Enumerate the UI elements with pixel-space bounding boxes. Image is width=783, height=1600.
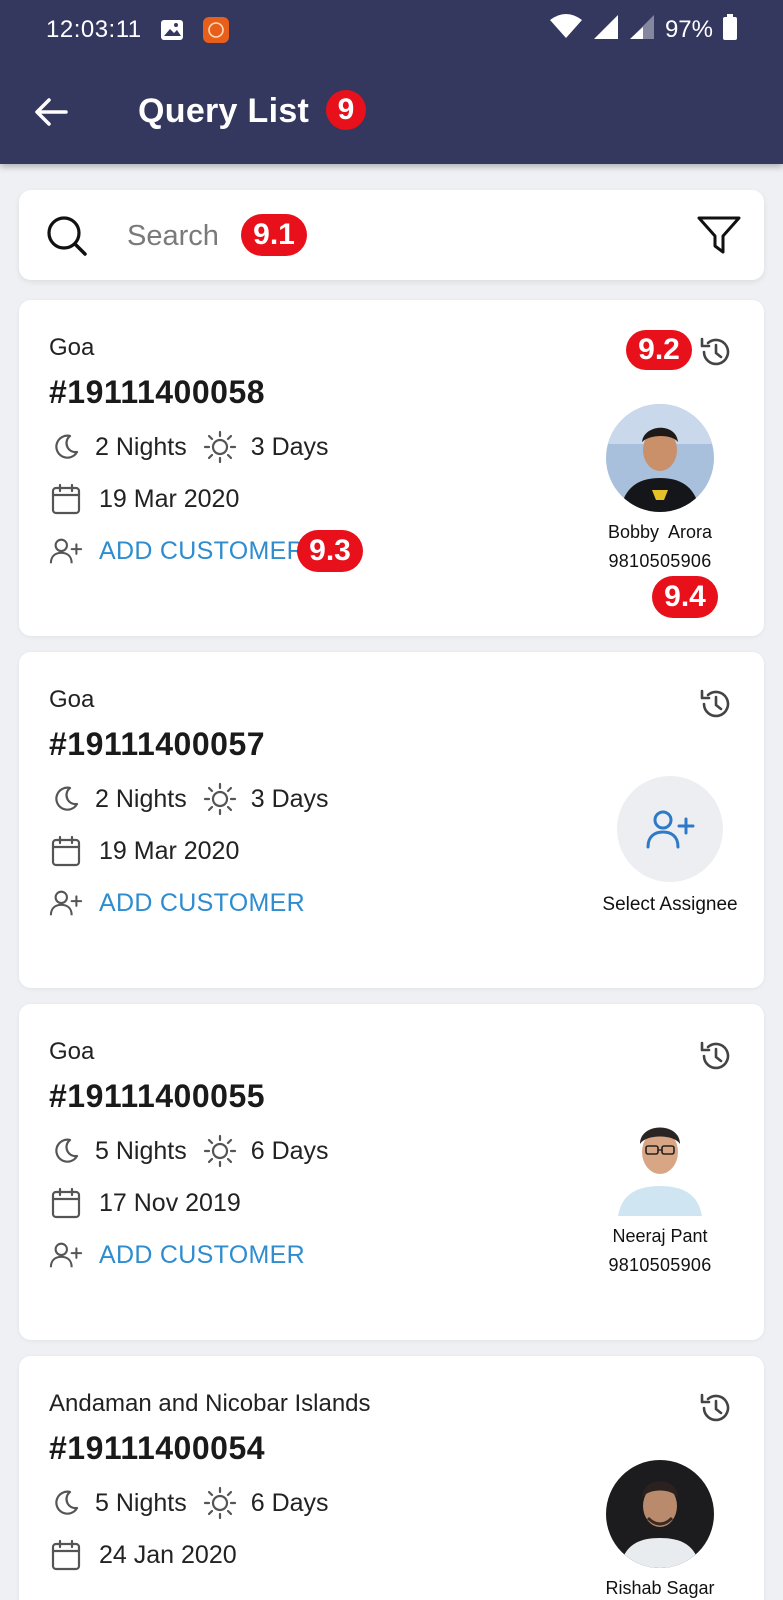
nights: 5 Nights [95, 1488, 187, 1517]
add-user-icon [49, 1238, 83, 1272]
app-notification-icon [202, 16, 230, 44]
annotation-badge: 9.4 [652, 576, 718, 618]
assignee[interactable]: Neeraj Pant 9810505906 [580, 1108, 740, 1276]
date-row: 19 Mar 2020 [49, 482, 239, 516]
avatar [606, 1460, 714, 1568]
date-row: 24 Jan 2020 [49, 1538, 237, 1572]
travel-date: 24 Jan 2020 [99, 1540, 237, 1569]
days: 3 Days [250, 432, 329, 461]
nights: 5 Nights [95, 1136, 187, 1165]
signal-icon [593, 14, 619, 47]
sun-icon [203, 430, 237, 464]
history-icon[interactable] [698, 686, 734, 722]
back-arrow-icon[interactable] [34, 94, 74, 130]
query-card[interactable]: Goa #19111400055 5 Nights 6 Days 17 Nov … [19, 1004, 764, 1340]
query-id: #19111400057 [49, 726, 266, 762]
title-bar: Query List 9 [0, 84, 783, 140]
page-title: Query List [138, 92, 310, 130]
avatar [606, 404, 714, 512]
query-id: #19111400058 [49, 374, 266, 410]
history-icon[interactable] [698, 1038, 734, 1074]
status-time: 12:03:11 [46, 16, 142, 43]
assignee[interactable]: Bobby Arora 9810505906 [580, 404, 740, 572]
battery-percent: 97% [664, 16, 713, 43]
wifi-icon [549, 13, 583, 47]
sun-icon [203, 1134, 237, 1168]
annotation-badge: 9.3 [297, 530, 363, 572]
duration-row: 5 Nights 6 Days [49, 1486, 329, 1520]
travel-date: 17 Nov 2019 [99, 1188, 241, 1217]
days: 6 Days [250, 1488, 329, 1517]
query-card[interactable]: Goa #19111400057 2 Nights 3 Days 19 Mar … [19, 652, 764, 988]
query-id: #19111400055 [49, 1078, 266, 1114]
history-icon[interactable] [698, 334, 734, 370]
annotation-badge: 9.1 [241, 214, 307, 256]
moon-icon [49, 1134, 83, 1168]
nights: 2 Nights [95, 784, 187, 813]
annotation-badge: 9.2 [626, 330, 692, 370]
travel-date: 19 Mar 2020 [99, 484, 240, 513]
history-icon[interactable] [698, 1390, 734, 1426]
assignee[interactable]: Rishab Sagar [580, 1460, 740, 1599]
destination: Goa [49, 334, 95, 361]
days: 6 Days [250, 1136, 329, 1165]
app-bar: 12:03:11 97% Query List 9 [0, 0, 783, 164]
add-customer-row[interactable]: ADD CUSTOMER [49, 534, 305, 568]
select-assignee-label: Select Assignee [602, 894, 738, 915]
assignee-name: Neeraj Pant [612, 1226, 708, 1246]
travel-date: 19 Mar 2020 [99, 836, 240, 865]
select-assignee[interactable]: Select Assignee [590, 776, 750, 916]
search-bar: 9.1 [19, 190, 764, 280]
calendar-icon [49, 482, 83, 516]
destination: Andaman and Nicobar Islands [49, 1390, 371, 1417]
add-customer-row[interactable]: ADD CUSTOMER [49, 1238, 305, 1272]
destination: Goa [49, 1038, 95, 1065]
assignee-phone: 9810505906 [608, 551, 712, 571]
assignee-name: Rishab Sagar [605, 1578, 715, 1598]
duration-row: 5 Nights 6 Days [49, 1134, 329, 1168]
moon-icon [49, 430, 83, 464]
duration-row: 2 Nights 3 Days [49, 430, 329, 464]
days: 3 Days [250, 784, 329, 813]
add-customer-link[interactable]: ADD CUSTOMER [99, 889, 305, 918]
sun-icon [203, 782, 237, 816]
calendar-icon [49, 1538, 83, 1572]
moon-icon [49, 1486, 83, 1520]
calendar-icon [49, 1186, 83, 1220]
image-notification-icon [160, 19, 184, 41]
query-card[interactable]: Andaman and Nicobar Islands #19111400054… [19, 1356, 764, 1600]
query-card[interactable]: Goa #19111400058 2 Nights 3 Days 19 Mar … [19, 300, 764, 636]
destination: Goa [49, 686, 95, 713]
avatar [606, 1108, 714, 1216]
search-input[interactable] [127, 214, 227, 258]
battery-icon [723, 13, 737, 47]
add-customer-row[interactable]: ADD CUSTOMER [49, 886, 305, 920]
add-user-icon [49, 534, 83, 568]
add-customer-link[interactable]: ADD CUSTOMER [99, 537, 305, 566]
assignee-name: Bobby Arora [607, 522, 713, 542]
filter-icon[interactable] [696, 212, 742, 258]
calendar-icon [49, 834, 83, 868]
add-user-icon [49, 886, 83, 920]
status-bar: 12:03:11 97% [46, 12, 737, 48]
signal-weak-icon [629, 14, 655, 47]
moon-icon [49, 782, 83, 816]
sun-icon [203, 1486, 237, 1520]
add-customer-link[interactable]: ADD CUSTOMER [99, 1241, 305, 1270]
annotation-badge: 9 [326, 90, 366, 130]
duration-row: 2 Nights 3 Days [49, 782, 329, 816]
query-id: #19111400054 [49, 1430, 266, 1466]
date-row: 19 Mar 2020 [49, 834, 239, 868]
search-icon[interactable] [45, 214, 89, 258]
date-row: 17 Nov 2019 [49, 1186, 241, 1220]
select-assignee-button[interactable] [617, 776, 723, 882]
assignee-phone: 9810505906 [608, 1255, 712, 1275]
nights: 2 Nights [95, 432, 187, 461]
